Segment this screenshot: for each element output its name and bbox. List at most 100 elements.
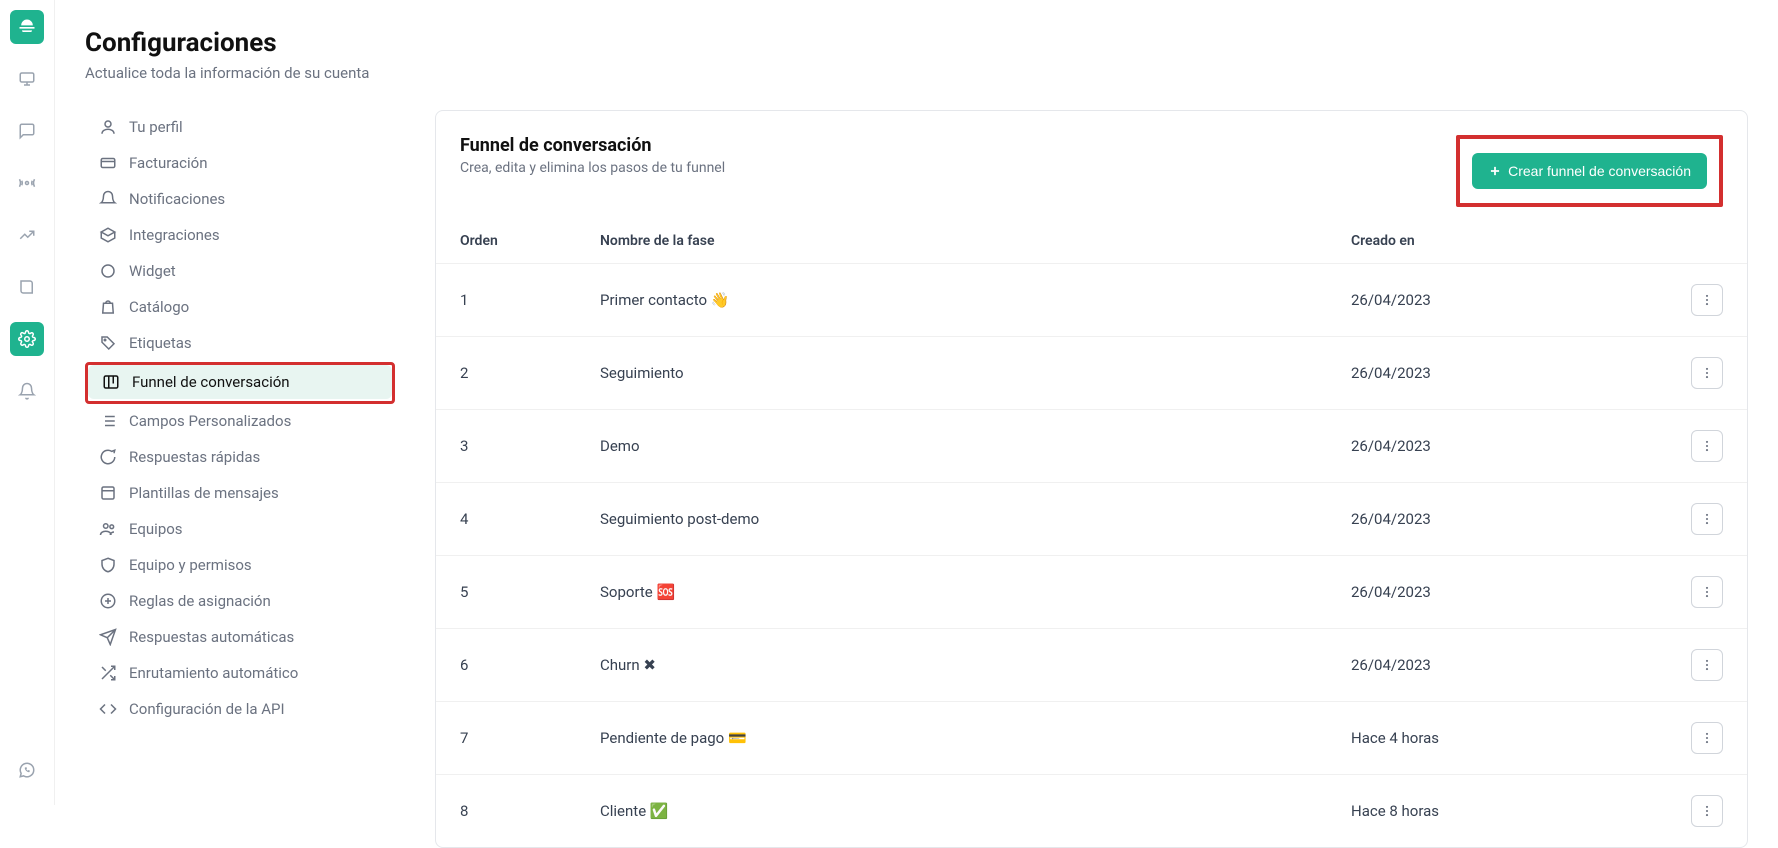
settings-item-assignment-rules[interactable]: Reglas de asignación — [85, 584, 395, 618]
funnel-table: Orden Nombre de la fase Creado en 1Prime… — [436, 223, 1747, 847]
col-name-header: Nombre de la fase — [576, 223, 1327, 264]
rail-chat-icon[interactable] — [10, 114, 44, 148]
table-row: 6Churn ✖26/04/2023 — [436, 629, 1747, 702]
user-icon — [99, 118, 117, 136]
settings-item-team-permissions[interactable]: Equipo y permisos — [85, 548, 395, 582]
cell-created: 26/04/2023 — [1327, 410, 1667, 483]
cell-created: 26/04/2023 — [1327, 483, 1667, 556]
settings-nav: Tu perfil Facturación Notificaciones Int… — [85, 110, 395, 848]
cell-name: Pendiente de pago 💳 — [576, 702, 1327, 775]
plus-circle-icon — [99, 592, 117, 610]
dots-vertical-icon — [1700, 658, 1714, 672]
cell-order: 1 — [436, 264, 576, 337]
settings-item-label: Catálogo — [129, 298, 189, 316]
cell-name: Demo — [576, 410, 1327, 483]
settings-item-label: Enrutamiento automático — [129, 664, 298, 682]
cell-name: Seguimiento post-demo — [576, 483, 1327, 556]
rail-monitor-icon[interactable] — [10, 62, 44, 96]
create-funnel-button[interactable]: Crear funnel de conversación — [1472, 153, 1707, 189]
settings-item-label: Campos Personalizados — [129, 412, 291, 430]
table-row: 1Primer contacto 👋26/04/2023 — [436, 264, 1747, 337]
cell-order: 4 — [436, 483, 576, 556]
rail-broadcast-icon[interactable] — [10, 166, 44, 200]
rail-book-icon[interactable] — [10, 270, 44, 304]
highlight-funnel: Funnel de conversación — [85, 362, 395, 404]
settings-item-label: Reglas de asignación — [129, 592, 271, 610]
settings-item-label: Tu perfil — [129, 118, 183, 136]
settings-item-teams[interactable]: Equipos — [85, 512, 395, 546]
template-icon — [99, 484, 117, 502]
table-row: 2Seguimiento26/04/2023 — [436, 337, 1747, 410]
settings-item-label: Notificaciones — [129, 190, 225, 208]
send-icon — [99, 628, 117, 646]
dots-vertical-icon — [1700, 585, 1714, 599]
app-logo — [10, 10, 44, 44]
settings-item-tags[interactable]: Etiquetas — [85, 326, 395, 360]
row-actions-button[interactable] — [1691, 576, 1723, 608]
page-title: Configuraciones — [85, 28, 1748, 58]
settings-item-funnel[interactable]: Funnel de conversación — [88, 365, 392, 399]
settings-item-custom-fields[interactable]: Campos Personalizados — [85, 404, 395, 438]
kanban-icon — [102, 373, 120, 391]
settings-item-templates[interactable]: Plantillas de mensajes — [85, 476, 395, 510]
bag-icon — [99, 298, 117, 316]
settings-item-label: Widget — [129, 262, 176, 280]
settings-item-auto-routing[interactable]: Enrutamiento automático — [85, 656, 395, 690]
settings-item-label: Plantillas de mensajes — [129, 484, 279, 502]
table-row: 3Demo26/04/2023 — [436, 410, 1747, 483]
cell-created: 26/04/2023 — [1327, 264, 1667, 337]
panel-subtitle: Crea, edita y elimina los pasos de tu fu… — [460, 160, 725, 176]
row-actions-button[interactable] — [1691, 649, 1723, 681]
panel-title: Funnel de conversación — [460, 135, 725, 156]
dots-vertical-icon — [1700, 439, 1714, 453]
cell-created: Hace 4 horas — [1327, 702, 1667, 775]
row-actions-button[interactable] — [1691, 430, 1723, 462]
shield-icon — [99, 556, 117, 574]
cell-created: 26/04/2023 — [1327, 556, 1667, 629]
cell-name: Soporte 🆘 — [576, 556, 1327, 629]
bell-icon — [99, 190, 117, 208]
dots-vertical-icon — [1700, 293, 1714, 307]
rail-bell-icon[interactable] — [10, 374, 44, 408]
settings-item-profile[interactable]: Tu perfil — [85, 110, 395, 144]
row-actions-button[interactable] — [1691, 722, 1723, 754]
settings-item-label: Etiquetas — [129, 334, 192, 352]
shuffle-icon — [99, 664, 117, 682]
settings-item-api[interactable]: Configuración de la API — [85, 692, 395, 726]
settings-item-billing[interactable]: Facturación — [85, 146, 395, 180]
cell-order: 2 — [436, 337, 576, 410]
cell-order: 8 — [436, 775, 576, 848]
table-row: 4Seguimiento post-demo26/04/2023 — [436, 483, 1747, 556]
settings-item-label: Equipo y permisos — [129, 556, 252, 574]
table-row: 8Cliente ✅Hace 8 horas — [436, 775, 1747, 848]
cell-order: 7 — [436, 702, 576, 775]
table-row: 7Pendiente de pago 💳Hace 4 horas — [436, 702, 1747, 775]
settings-item-label: Respuestas automáticas — [129, 628, 294, 646]
chat-icon — [99, 448, 117, 466]
cell-name: Cliente ✅ — [576, 775, 1327, 848]
settings-item-catalog[interactable]: Catálogo — [85, 290, 395, 324]
tag-icon — [99, 334, 117, 352]
settings-item-widget[interactable]: Widget — [85, 254, 395, 288]
rail-whatsapp-icon[interactable] — [10, 753, 44, 787]
cell-created: Hace 8 horas — [1327, 775, 1667, 848]
card-icon — [99, 154, 117, 172]
settings-item-label: Configuración de la API — [129, 700, 285, 718]
settings-item-integrations[interactable]: Integraciones — [85, 218, 395, 252]
settings-item-notifications[interactable]: Notificaciones — [85, 182, 395, 216]
settings-item-auto-replies[interactable]: Respuestas automáticas — [85, 620, 395, 654]
dots-vertical-icon — [1700, 804, 1714, 818]
dots-vertical-icon — [1700, 731, 1714, 745]
row-actions-button[interactable] — [1691, 357, 1723, 389]
rail-trending-icon[interactable] — [10, 218, 44, 252]
row-actions-button[interactable] — [1691, 284, 1723, 316]
cell-order: 3 — [436, 410, 576, 483]
settings-item-quick-replies[interactable]: Respuestas rápidas — [85, 440, 395, 474]
box-icon — [99, 226, 117, 244]
settings-item-label: Facturación — [129, 154, 208, 172]
left-rail — [0, 0, 55, 805]
row-actions-button[interactable] — [1691, 795, 1723, 827]
rail-settings-icon[interactable] — [10, 322, 44, 356]
row-actions-button[interactable] — [1691, 503, 1723, 535]
dots-vertical-icon — [1700, 512, 1714, 526]
